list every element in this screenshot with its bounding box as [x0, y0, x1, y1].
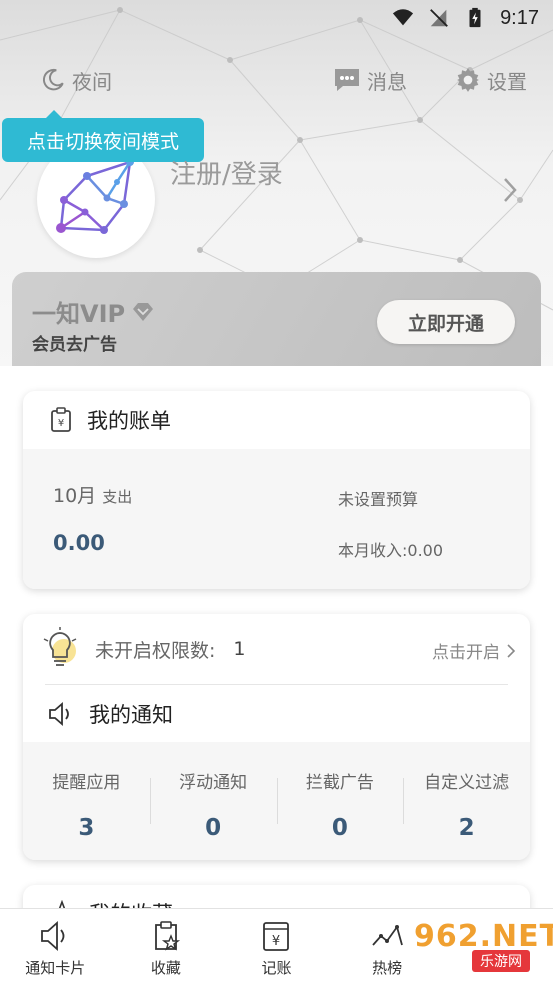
- nav-label: 通知卡片: [25, 959, 86, 977]
- stat-label: 浮动通知: [179, 773, 248, 793]
- bill-income: 本月收入:0.00: [338, 541, 444, 560]
- vip-card: 一知VIP 会员去广告 立即开通: [12, 272, 541, 370]
- bill-card[interactable]: ¥ 我的账单 10月 支出 0.00 未设置预算 本月收入:0.00: [23, 391, 530, 589]
- bill-month-value: 10月: [53, 485, 97, 507]
- night-mode-toggle[interactable]: 夜间: [40, 62, 112, 98]
- speaker-icon: [41, 920, 65, 952]
- bill-month-suffix: 支出: [102, 488, 133, 506]
- gear-icon: [457, 68, 479, 92]
- moon-icon: [42, 68, 64, 91]
- bill-budget[interactable]: 未设置预算: [338, 486, 418, 510]
- settings-label: 设置: [487, 69, 527, 94]
- divider: [45, 684, 508, 685]
- login-link[interactable]: 注册/登录: [170, 154, 283, 191]
- wifi-icon: [392, 9, 414, 26]
- message-icon: [335, 69, 359, 91]
- bill-icon: ¥: [51, 407, 71, 432]
- stat-reminder-apps[interactable]: 提醒应用 3: [23, 742, 150, 860]
- battery-charging-icon: [469, 7, 481, 28]
- stat-value: 0: [331, 815, 348, 841]
- stat-label: 拦截广告: [305, 773, 374, 793]
- notification-title: 我的通知: [89, 703, 173, 727]
- stat-custom-filters[interactable]: 自定义过滤 2: [403, 742, 530, 860]
- nav-bookkeeping[interactable]: ¥ 记账: [221, 909, 332, 983]
- status-bar: 9:17: [0, 0, 553, 36]
- bill-header: ¥ 我的账单: [23, 391, 530, 449]
- nav-label: 热榜: [372, 959, 403, 977]
- vip-activate-button[interactable]: 立即开通: [377, 300, 515, 344]
- vip-title: 一知VIP: [32, 300, 126, 328]
- stat-value: 2: [458, 815, 475, 841]
- nav-favorites[interactable]: 收藏: [111, 909, 222, 983]
- nav-label: 收藏: [150, 959, 181, 977]
- messages-label: 消息: [367, 69, 407, 94]
- permission-label: 未开启权限数:: [95, 639, 216, 662]
- bill-summary: 10月 支出 0.00 未设置预算 本月收入:0.00: [23, 449, 530, 589]
- bill-month: 10月 支出: [53, 481, 132, 508]
- chevron-right-icon: [507, 643, 516, 658]
- ledger-icon: ¥: [263, 922, 290, 951]
- lightbulb-icon: [43, 627, 77, 666]
- bill-title: 我的账单: [87, 409, 171, 433]
- stat-label: 自定义过滤: [424, 773, 510, 793]
- messages-button[interactable]: 消息: [333, 62, 407, 98]
- vip-title-row: 一知VIP: [32, 294, 155, 329]
- no-signal-icon: [430, 9, 448, 27]
- enable-permission-label: 点击开启: [432, 643, 500, 663]
- stat-floating-notifications[interactable]: 浮动通知 0: [149, 742, 277, 860]
- svg-text:¥: ¥: [58, 418, 64, 429]
- trend-icon: [372, 924, 403, 946]
- stat-value: 3: [78, 815, 95, 841]
- notification-stats: 提醒应用 3 浮动通知 0 拦截广告 0 自定义过滤 2: [23, 742, 530, 860]
- watermark-logo: 962.NET 乐游网: [414, 912, 553, 978]
- nav-notification-cards[interactable]: 通知卡片: [0, 909, 111, 983]
- chevron-right-icon[interactable]: [502, 176, 518, 204]
- watermark-text: 962.NET: [414, 918, 553, 954]
- watermark-subtext: 乐游网: [472, 949, 530, 972]
- diamond-icon: [133, 302, 154, 321]
- clipboard-star-icon: [154, 921, 180, 951]
- stat-value: 0: [205, 815, 222, 841]
- stat-label: 提醒应用: [52, 773, 121, 793]
- permission-row[interactable]: 未开启权限数: 1 点击开启: [23, 614, 530, 684]
- notification-header: 我的通知: [23, 686, 173, 742]
- bill-amount: 0.00: [53, 531, 105, 555]
- permission-count: 1: [233, 638, 246, 660]
- nav-label: 记账: [261, 959, 292, 977]
- status-time: 9:17: [500, 6, 539, 29]
- enable-permission-link[interactable]: 点击开启: [432, 638, 516, 663]
- svg-text:¥: ¥: [272, 934, 280, 949]
- vip-subtitle: 会员去广告: [32, 335, 117, 355]
- stat-blocked-ads[interactable]: 拦截广告 0: [276, 742, 404, 860]
- tooltip-text: 点击切换夜间模式: [26, 130, 179, 153]
- settings-button[interactable]: 设置: [455, 62, 527, 98]
- night-mode-label: 夜间: [72, 69, 112, 94]
- speaker-icon: [49, 702, 69, 726]
- notification-card: 未开启权限数: 1 点击开启 我的通知 提醒应用 3 浮动通知 0 拦截广告 0: [23, 614, 530, 860]
